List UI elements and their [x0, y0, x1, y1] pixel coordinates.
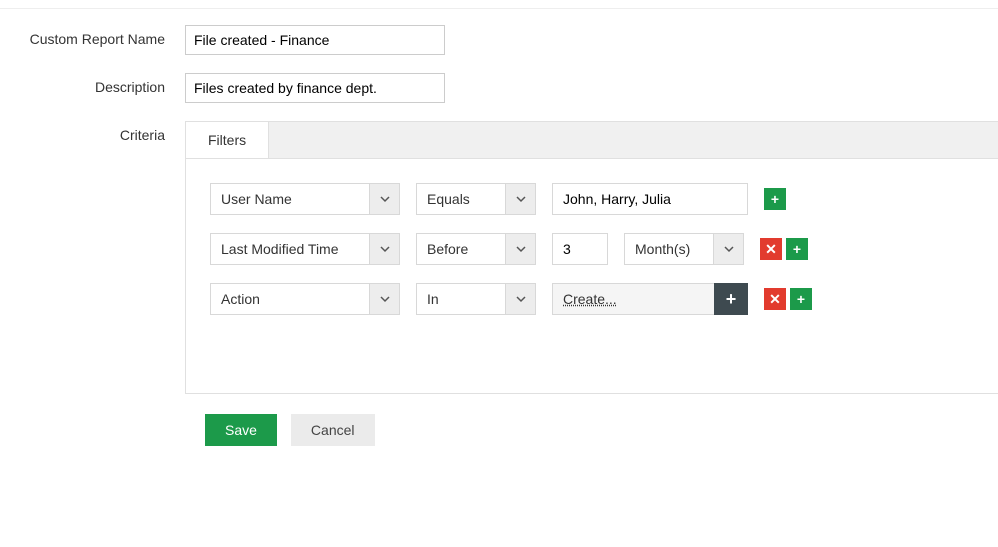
remove-filter-button[interactable]: ✕ [760, 238, 782, 260]
row-criteria: Criteria Filters User Name Equals [0, 121, 998, 394]
close-icon: ✕ [765, 241, 777, 258]
add-filter-button[interactable]: + [786, 238, 808, 260]
field-select-value: Action [211, 284, 369, 314]
unit-select-value: Month(s) [625, 234, 713, 264]
value-picker-label[interactable]: Create... [552, 283, 714, 315]
tab-filters[interactable]: Filters [186, 122, 269, 158]
chevron-down-icon [369, 284, 399, 314]
filter-row: User Name Equals + [210, 183, 974, 215]
chevron-down-icon [505, 184, 535, 214]
label-description: Description [0, 73, 185, 95]
row-actions: + [764, 188, 786, 210]
chevron-down-icon [369, 184, 399, 214]
action-bar: Save Cancel [205, 414, 998, 446]
chevron-down-icon [505, 234, 535, 264]
field-select[interactable]: User Name [210, 183, 400, 215]
field-select[interactable]: Last Modified Time [210, 233, 400, 265]
close-icon: ✕ [769, 291, 781, 308]
number-input[interactable] [552, 233, 608, 265]
operator-select[interactable]: In [416, 283, 536, 315]
plus-icon: + [793, 241, 801, 257]
report-name-input[interactable] [185, 25, 445, 55]
field-select-value: User Name [211, 184, 369, 214]
criteria-panel: Filters User Name Equals [185, 121, 998, 394]
plus-icon: + [726, 289, 737, 310]
row-description: Description [0, 73, 998, 103]
tab-strip: Filters [186, 122, 998, 159]
value-input[interactable] [552, 183, 748, 215]
value-picker: Create... + [552, 283, 748, 315]
row-report-name: Custom Report Name [0, 25, 998, 55]
label-report-name: Custom Report Name [0, 25, 185, 47]
cancel-button[interactable]: Cancel [291, 414, 375, 446]
filter-row: Last Modified Time Before Month(s) [210, 233, 974, 265]
add-filter-button[interactable]: + [790, 288, 812, 310]
filter-row: Action In Create... + [210, 283, 974, 315]
operator-select[interactable]: Equals [416, 183, 536, 215]
filters-content: User Name Equals + [186, 159, 998, 393]
field-select[interactable]: Action [210, 283, 400, 315]
remove-filter-button[interactable]: ✕ [764, 288, 786, 310]
chevron-down-icon [369, 234, 399, 264]
operator-select-value: Before [417, 234, 505, 264]
value-picker-add-button[interactable]: + [714, 283, 748, 315]
label-criteria: Criteria [0, 121, 185, 143]
save-button[interactable]: Save [205, 414, 277, 446]
row-actions: ✕ + [764, 288, 812, 310]
plus-icon: + [797, 291, 805, 307]
operator-select-value: Equals [417, 184, 505, 214]
description-input[interactable] [185, 73, 445, 103]
chevron-down-icon [713, 234, 743, 264]
field-select-value: Last Modified Time [211, 234, 369, 264]
add-filter-button[interactable]: + [764, 188, 786, 210]
plus-icon: + [771, 191, 779, 207]
chevron-down-icon [505, 284, 535, 314]
operator-select-value: In [417, 284, 505, 314]
operator-select[interactable]: Before [416, 233, 536, 265]
top-divider [0, 8, 998, 9]
row-actions: ✕ + [760, 238, 808, 260]
unit-select[interactable]: Month(s) [624, 233, 744, 265]
